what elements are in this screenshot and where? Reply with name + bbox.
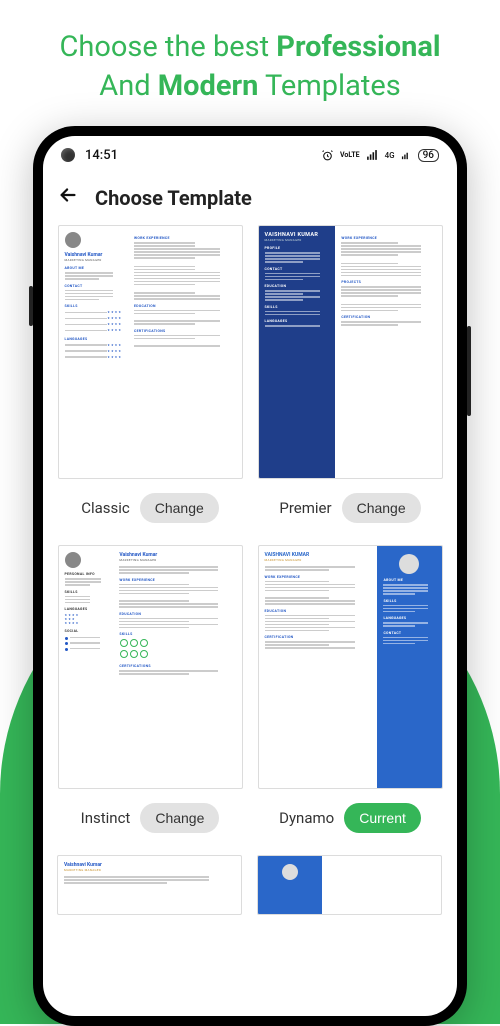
template-name: Premier xyxy=(279,499,331,517)
template-thumbnail[interactable]: Vaishnavi Kumar MARKETING MANAGER xyxy=(57,855,242,915)
current-button[interactable]: Current xyxy=(344,803,421,833)
template-thumbnail[interactable]: VAISHNAVI KUMAR MARKETING MANAGER PROFIL… xyxy=(258,225,443,479)
signal-icon xyxy=(366,149,379,162)
change-button[interactable]: Change xyxy=(140,803,219,833)
template-row-partial: Vaishnavi Kumar MARKETING MANAGER xyxy=(57,855,443,915)
phone-screen: 14:51 VoLTE 4G 96 Choose Template xyxy=(43,136,457,1016)
battery-indicator: 96 xyxy=(418,149,439,162)
change-button[interactable]: Change xyxy=(140,493,219,523)
template-card-dynamo[interactable]: VAISHNAVI KUMAR MARKETING MANAGER WORK E… xyxy=(257,545,443,837)
template-card-instinct[interactable]: PERSONAL INFO SKILLS LANGUAGES ★★★★ ★★★ … xyxy=(57,545,243,837)
template-grid[interactable]: Vaishnavi Kumar MARKETING MANAGER ABOUT … xyxy=(43,225,457,1016)
template-thumbnail[interactable]: VAISHNAVI KUMAR MARKETING MANAGER WORK E… xyxy=(258,545,443,789)
template-name: Dynamo xyxy=(279,809,334,827)
template-thumbnail[interactable]: Vaishnavi Kumar MARKETING MANAGER ABOUT … xyxy=(58,225,243,479)
app-header: Choose Template xyxy=(43,174,457,225)
marketing-headline: Choose the best Professional And Modern … xyxy=(0,0,500,126)
network-indicator: 4G xyxy=(385,151,395,160)
status-bar: 14:51 VoLTE 4G 96 xyxy=(43,136,457,174)
template-card-classic[interactable]: Vaishnavi Kumar MARKETING MANAGER ABOUT … xyxy=(57,225,243,527)
status-time: 14:51 xyxy=(85,148,118,163)
template-name: Classic xyxy=(81,499,130,517)
template-thumbnail[interactable] xyxy=(257,855,442,915)
back-arrow-icon[interactable] xyxy=(57,184,79,211)
page-title: Choose Template xyxy=(95,186,252,210)
camera-cutout xyxy=(61,148,75,162)
signal-icon-2 xyxy=(401,150,412,161)
template-card-premier[interactable]: VAISHNAVI KUMAR MARKETING MANAGER PROFIL… xyxy=(257,225,443,527)
volte-indicator: VoLTE xyxy=(340,152,360,158)
template-name: Instinct xyxy=(81,809,131,827)
change-button[interactable]: Change xyxy=(342,493,421,523)
alarm-icon xyxy=(321,149,334,162)
template-thumbnail[interactable]: PERSONAL INFO SKILLS LANGUAGES ★★★★ ★★★ … xyxy=(58,545,243,789)
phone-frame: 14:51 VoLTE 4G 96 Choose Template xyxy=(33,126,467,1026)
